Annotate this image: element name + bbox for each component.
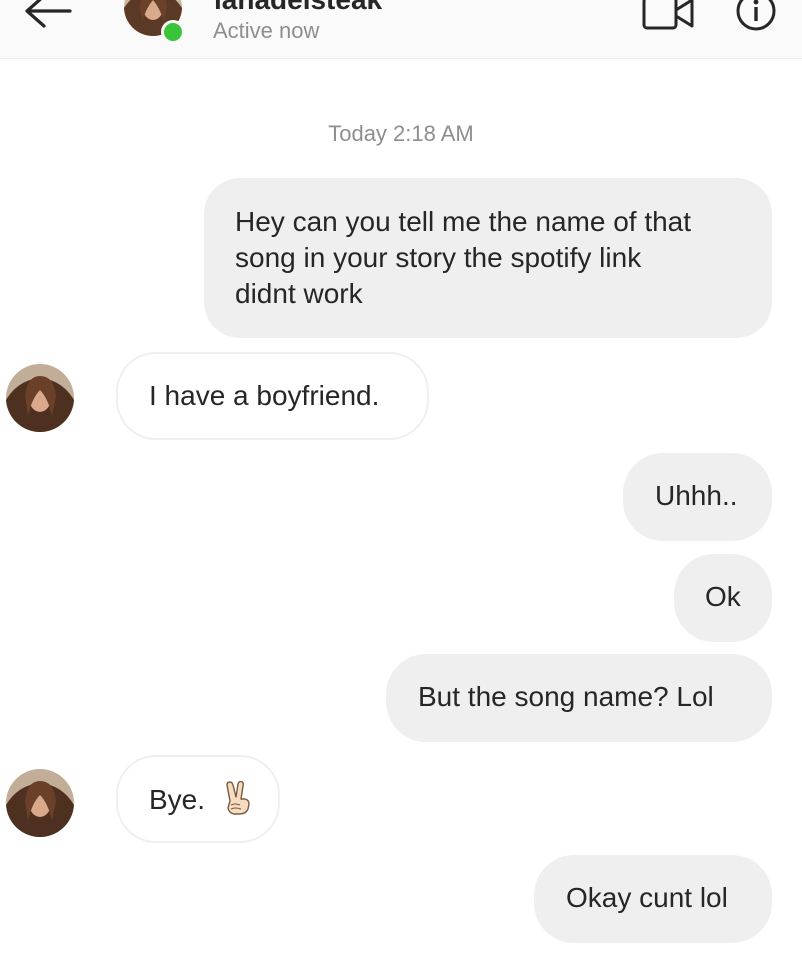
message-text: I have a boyfriend.	[149, 380, 380, 411]
message-line: Hey can you tell me the name of that	[235, 206, 692, 237]
dm-thread-screen: lanadelsteak Active now Today 2:18 AM He…	[0, 0, 802, 960]
outgoing-message[interactable]: Ok	[674, 554, 772, 642]
sender-avatar[interactable]	[6, 364, 74, 432]
victory-hand-emoji	[226, 780, 250, 815]
info-icon	[736, 0, 776, 31]
incoming-message[interactable]: Bye.	[116, 755, 280, 843]
message-line: didnt work	[235, 278, 363, 309]
video-call-button[interactable]	[642, 0, 696, 34]
outgoing-message[interactable]: Hey can you tell me the name of that son…	[204, 178, 772, 338]
message-text: Uhhh..	[655, 480, 738, 511]
outgoing-message[interactable]: But the song name? Lol	[386, 654, 772, 742]
sender-avatar[interactable]	[6, 769, 74, 837]
back-button[interactable]	[22, 0, 74, 38]
info-button[interactable]	[735, 0, 777, 32]
thread-header: lanadelsteak Active now	[0, 0, 802, 59]
message-text: But the song name? Lol	[418, 681, 714, 712]
outgoing-message[interactable]: Okay cunt lol	[534, 855, 772, 943]
message-text: Okay cunt lol	[566, 882, 728, 913]
profile-photo	[6, 769, 74, 837]
active-status: Active now	[213, 18, 320, 43]
incoming-message[interactable]: I have a boyfriend.	[116, 352, 429, 440]
online-indicator	[161, 20, 185, 44]
message-text: Ok	[705, 581, 741, 612]
video-camera-icon	[642, 0, 694, 30]
profile-photo	[6, 364, 74, 432]
arrow-left-icon	[25, 0, 72, 28]
outgoing-message[interactable]: Uhhh..	[623, 453, 772, 541]
message-line: song in your story the spotify link	[235, 242, 642, 273]
thread-username[interactable]: lanadelsteak	[214, 0, 382, 16]
message-text: Bye.	[149, 784, 206, 815]
thread-timestamp: Today 2:18 AM	[328, 121, 474, 146]
